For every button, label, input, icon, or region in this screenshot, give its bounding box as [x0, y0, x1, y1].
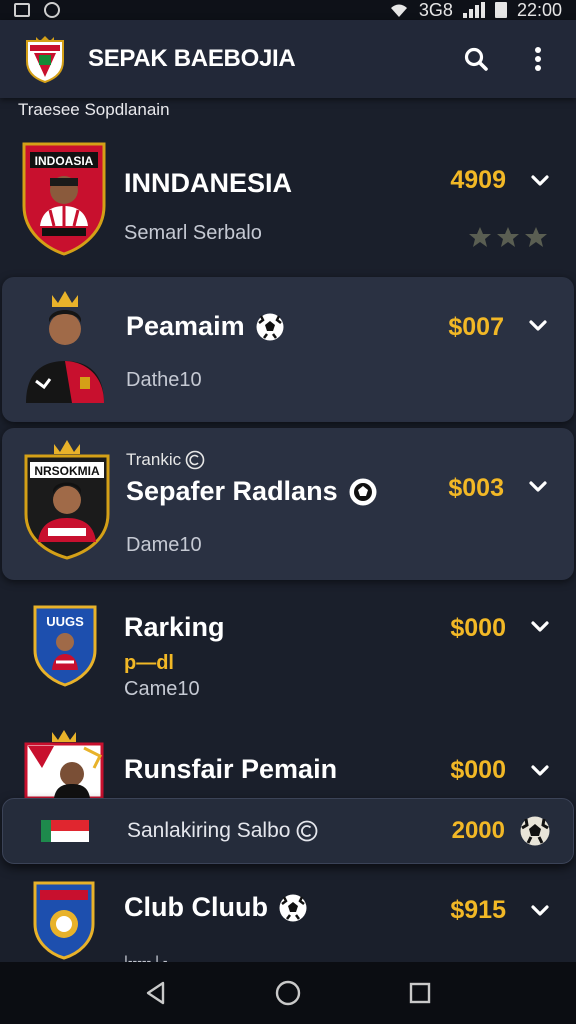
item-name: Club Cluub	[124, 892, 268, 922]
club-crest-logo	[26, 36, 64, 83]
soccer-ball-icon	[349, 478, 377, 505]
club-badge-icon: INDOASIA	[22, 142, 106, 256]
item-name-row: Club Cluub	[124, 892, 308, 923]
club-badge-icon: UUGS	[33, 605, 97, 687]
item-price: $003	[448, 474, 504, 502]
signal-icon	[462, 2, 485, 18]
chevron-down-icon[interactable]	[528, 319, 548, 333]
badge-text: UUGS	[46, 614, 84, 629]
search-icon	[464, 47, 488, 71]
item-subtitle: Dame10	[126, 534, 202, 556]
item-subtitle: Semarl Serbalo	[124, 222, 262, 244]
app-title: SEPAK BAEBOJIA	[88, 45, 296, 72]
status-bar: 3G8 22:00	[0, 0, 576, 20]
item-name-row: Sepafer Radlans	[126, 476, 378, 507]
promo-text: Sanlakiring Salbo	[127, 819, 291, 842]
chevron-down-icon[interactable]	[530, 764, 550, 778]
clock: 22:00	[516, 0, 562, 20]
kicker-text: Trankic	[126, 450, 182, 469]
club-badge-icon	[24, 730, 104, 798]
list-item[interactable]: INDOASIA INNDANESIA Semarl Serbalo 4909	[0, 132, 576, 272]
chevron-down-icon[interactable]	[530, 904, 550, 918]
wifi-icon	[390, 4, 407, 17]
badge-text: NRSOKMIA	[34, 464, 100, 478]
item-price: $000	[450, 756, 506, 784]
club-badge-icon	[33, 881, 95, 960]
star-icon	[497, 227, 519, 247]
promo-text-row: Sanlakiring Salbo	[127, 819, 318, 843]
item-name: Runsfair Pemain	[124, 754, 338, 784]
promo-banner[interactable]: Sanlakiring Salbo 2000	[2, 798, 574, 864]
notification-icon	[14, 3, 30, 17]
copyright-icon	[297, 820, 318, 842]
item-price: $000	[450, 614, 506, 642]
club-badge-icon: NRSOKMIA	[24, 440, 110, 560]
item-name: Rarking	[124, 612, 225, 642]
promo-price: 2000	[451, 817, 505, 844]
item-price: 4909	[450, 166, 506, 194]
star-icon	[469, 227, 491, 247]
chevron-down-icon[interactable]	[530, 620, 550, 634]
item-tag: p—dl	[124, 652, 174, 674]
settings-icon	[44, 2, 60, 18]
search-button[interactable]	[462, 45, 490, 73]
more-vert-icon	[535, 47, 541, 71]
rating-stars	[468, 226, 548, 248]
chevron-down-icon[interactable]	[528, 480, 548, 494]
home-icon[interactable]	[274, 979, 302, 1007]
soccer-ball-icon	[520, 816, 550, 846]
item-subtitle: Came10	[124, 678, 200, 700]
item-name-row: Peamaim	[126, 311, 285, 342]
badge-text: INDOASIA	[35, 154, 94, 168]
section-header: Traesee Sopdlanain	[18, 100, 170, 119]
item-name: Peamaim	[126, 311, 245, 341]
item-price: $915	[450, 896, 506, 924]
list-item[interactable]: Peamaim Dathe10 $007	[2, 277, 574, 422]
star-icon	[525, 227, 547, 247]
back-icon[interactable]	[143, 980, 169, 1006]
list-item[interactable]: UUGS Rarking p—dl Came10 $000	[0, 590, 576, 720]
item-price: $007	[448, 313, 504, 341]
overflow-menu-button[interactable]	[524, 45, 552, 73]
system-nav-bar	[0, 962, 576, 1024]
list-item[interactable]: Club Cluub I----- I - $915	[0, 870, 576, 968]
list-item[interactable]: Runsfair Pemain $000	[0, 726, 576, 798]
network-text: 3G8	[418, 0, 453, 20]
player-avatar	[26, 291, 104, 403]
copyright-icon	[185, 450, 205, 470]
item-name: Sepafer Radlans	[126, 476, 338, 506]
item-name: INNDANESIA	[124, 168, 293, 198]
app-bar: SEPAK BAEBOJIA	[0, 20, 576, 98]
list-item[interactable]: NRSOKMIA Trankic Sepafer Radlans Dame10 …	[2, 428, 574, 580]
chevron-down-icon[interactable]	[530, 174, 550, 188]
soccer-ball-icon	[256, 313, 284, 340]
soccer-ball-icon	[279, 894, 307, 921]
recents-icon[interactable]	[407, 980, 433, 1006]
flag-icon	[41, 820, 89, 842]
item-kicker: Trankic	[126, 450, 205, 470]
battery-icon	[494, 2, 507, 18]
item-subtitle: Dathe10	[126, 369, 202, 391]
